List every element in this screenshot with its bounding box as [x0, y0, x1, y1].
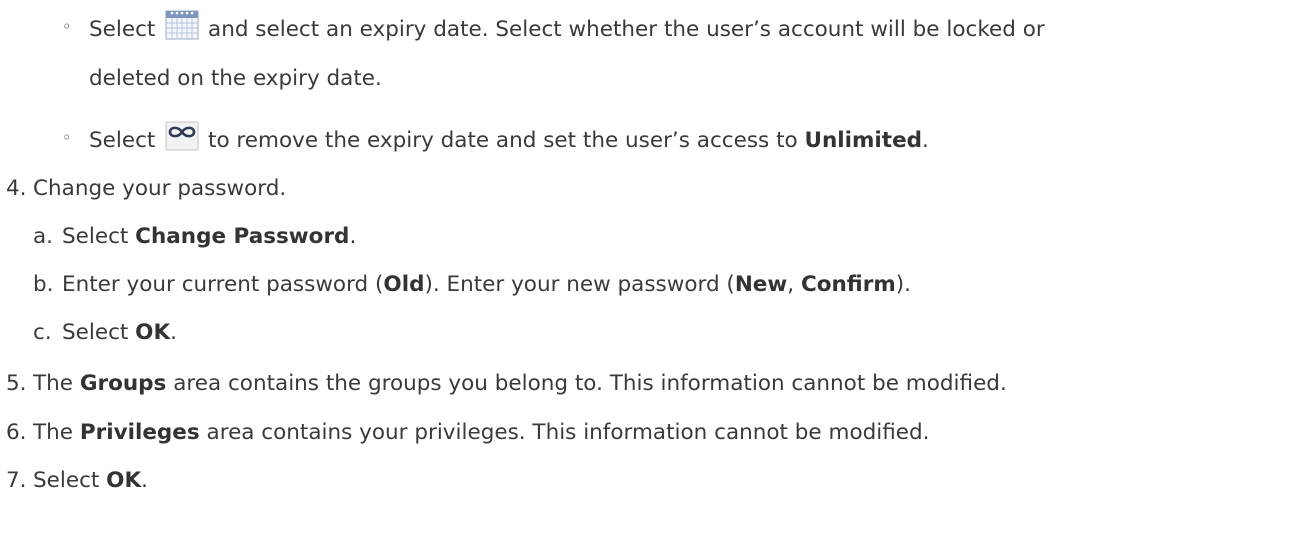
step-number: 6. — [6, 420, 27, 445]
calendar-instruction: Select and select an expiry date. Select — [89, 10, 1045, 49]
substep-c-text: Select OK. — [62, 320, 177, 345]
step-7-text: Select OK. — [33, 468, 148, 493]
unlimited-term: Unlimited — [804, 128, 923, 153]
step-6-text: The Privileges area contains your privil… — [33, 420, 930, 445]
calendar-instruction-text: and select an expiry date. Select whethe… — [208, 17, 1045, 42]
substep-label: b. — [33, 272, 54, 297]
confirm-term: Confirm — [800, 272, 896, 297]
step-number: 4. — [6, 176, 27, 201]
step-4-text: Change your password. — [33, 176, 287, 201]
new-term: New — [734, 272, 788, 297]
select-word: Select — [89, 128, 156, 153]
bullet-marker: ◦ — [62, 17, 72, 36]
groups-term: Groups — [79, 371, 167, 396]
substep-a-text: Select Change Password. — [62, 224, 357, 249]
unlimited-instruction: Select to remove the expiry date and set… — [89, 121, 929, 160]
old-term: Old — [383, 272, 425, 297]
calendar-icon — [165, 10, 199, 49]
bullet-marker: ◦ — [62, 128, 72, 147]
ok-term: OK — [135, 320, 171, 345]
infinity-icon — [165, 121, 199, 160]
substep-b-text: Enter your current password (Old). Enter… — [62, 272, 911, 297]
calendar-instruction-cont: deleted on the expiry date. — [89, 66, 382, 91]
substep-label: a. — [33, 224, 54, 249]
privileges-term: Privileges — [79, 420, 200, 445]
substep-label: c. — [33, 320, 52, 345]
step-number: 5. — [6, 371, 27, 396]
change-password-term: Change Password — [135, 224, 350, 249]
step-5-text: The Groups area contains the groups you … — [33, 371, 1007, 396]
step-number: 7. — [6, 468, 27, 493]
unlimited-instruction-text: to remove the expiry date and set the us… — [208, 128, 798, 153]
select-word: Select — [89, 17, 156, 42]
ok-term: OK — [106, 468, 142, 493]
